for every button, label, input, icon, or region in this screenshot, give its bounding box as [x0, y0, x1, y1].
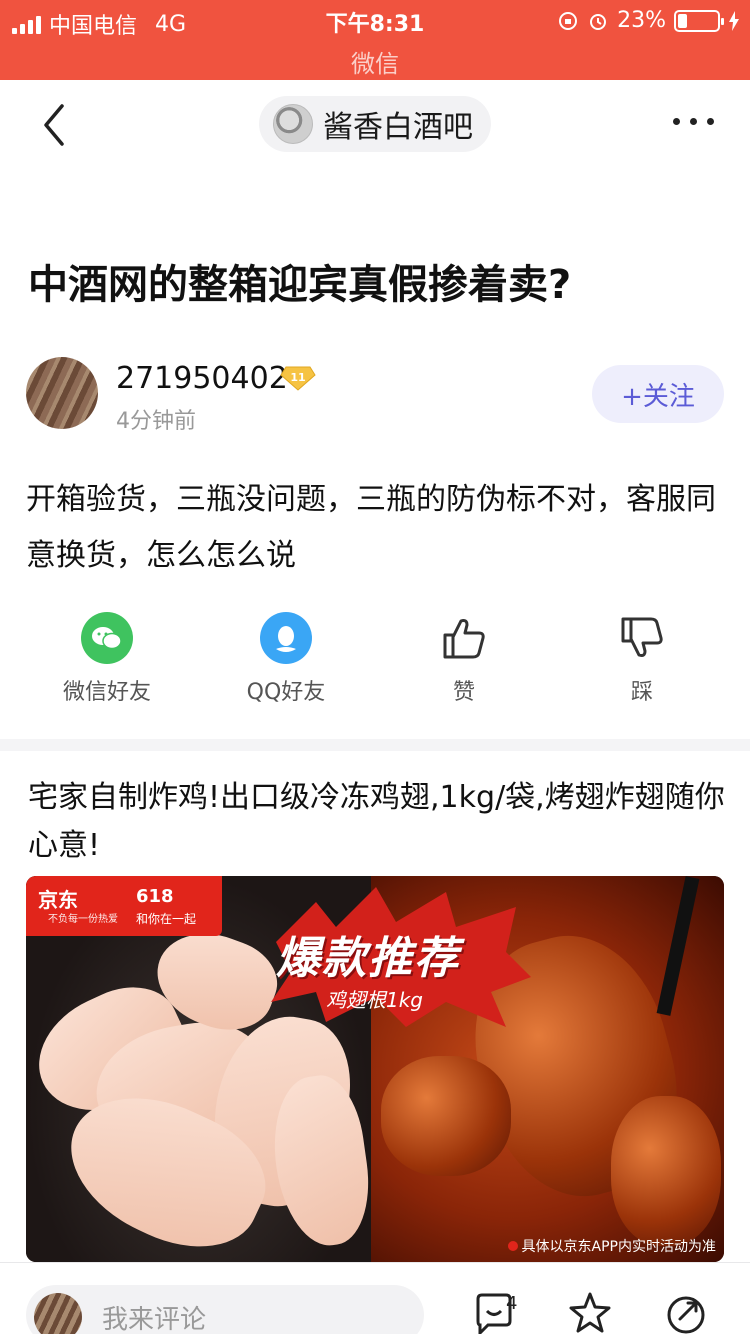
follow-button[interactable]: +关注 [592, 365, 724, 423]
promo-subheadline: 鸡翅根1kg [326, 988, 424, 1012]
level-number: 11 [290, 371, 305, 384]
rotation-lock-icon [559, 11, 578, 30]
comment-placeholder: 我来评论 [102, 1305, 207, 1334]
disclaimer-text: 具体以京东APP内实时活动为准 [521, 1239, 716, 1255]
forum-pill[interactable]: 酱香白酒吧 [259, 96, 491, 152]
app-label: 微信 [351, 50, 399, 78]
user-avatar [34, 1293, 82, 1334]
post-time: 4分钟前 [116, 409, 196, 434]
status-right: 23% [557, 8, 740, 33]
qq-icon [260, 612, 312, 664]
author-row: 271950402 11 4分钟前 +关注 [26, 357, 726, 434]
post-title: 中酒网的整箱迎宾真假掺着卖? [28, 262, 572, 308]
author-name[interactable]: 271950402 [116, 361, 288, 396]
share-icon[interactable] [664, 1291, 708, 1334]
ad-banner[interactable]: 京东 不负每一份热爱 618 和你在一起 爆款推荐 鸡翅根1kg 具体以京东AP… [26, 876, 724, 1262]
bottom-bar: 我来评论 4 [0, 1262, 750, 1334]
jd-tag: 京东 不负每一份热爱 618 和你在一起 [26, 876, 222, 936]
wechat-icon [81, 612, 133, 664]
battery-percent: 23% [617, 8, 666, 33]
share-wechat-button[interactable]: 微信好友 [27, 612, 187, 706]
status-bar: 中国电信 4G 下午8:31 23% 微信 [0, 0, 750, 80]
action-label: 踩 [630, 680, 653, 705]
charging-icon [729, 10, 739, 31]
battery-icon [674, 9, 724, 32]
like-button[interactable]: 赞 [384, 612, 544, 706]
alarm-icon [590, 13, 607, 30]
promo-618: 618 [136, 886, 174, 907]
comment-count: 4 [506, 1293, 518, 1314]
promo-sub: 和你在一起 [136, 912, 197, 926]
action-label: 微信好友 [62, 680, 151, 705]
ad-disclaimer: 具体以京东APP内实时活动为准 [507, 1236, 716, 1256]
section-divider [0, 739, 750, 751]
forum-name: 酱香白酒吧 [323, 110, 473, 145]
share-qq-button[interactable]: QQ好友 [206, 612, 366, 706]
nav-bar: 酱香白酒吧 [0, 80, 750, 170]
more-icon[interactable] [673, 118, 714, 125]
star-icon[interactable] [568, 1291, 612, 1334]
jd-slogan: 不负每一份热爱 [48, 914, 118, 925]
thumbs-down-icon [616, 612, 668, 664]
author-avatar[interactable] [26, 357, 98, 429]
jd-logo: 京东 [38, 888, 78, 912]
forum-avatar [273, 104, 313, 144]
action-label: QQ好友 [246, 680, 326, 705]
promo-headline: 爆款推荐 [276, 933, 460, 984]
thumbs-up-icon [438, 612, 490, 664]
post-body: 开箱验货，三瓶没问题，三瓶的防伪标不对，客服同意换货，怎么怎么说 [26, 482, 716, 573]
level-badge-icon: 11 [280, 366, 316, 391]
back-arrow-icon[interactable] [36, 102, 76, 148]
ad-title[interactable]: 宅家自制炸鸡!出口级冷冻鸡翅,1kg/袋,烤翅炸翅随你心意! [28, 774, 728, 870]
share-actions: 微信好友 QQ好友 赞 踩 [0, 612, 750, 712]
action-label: 赞 [452, 680, 475, 705]
comment-input[interactable]: 我来评论 [26, 1285, 424, 1334]
dislike-button[interactable]: 踩 [562, 612, 722, 706]
